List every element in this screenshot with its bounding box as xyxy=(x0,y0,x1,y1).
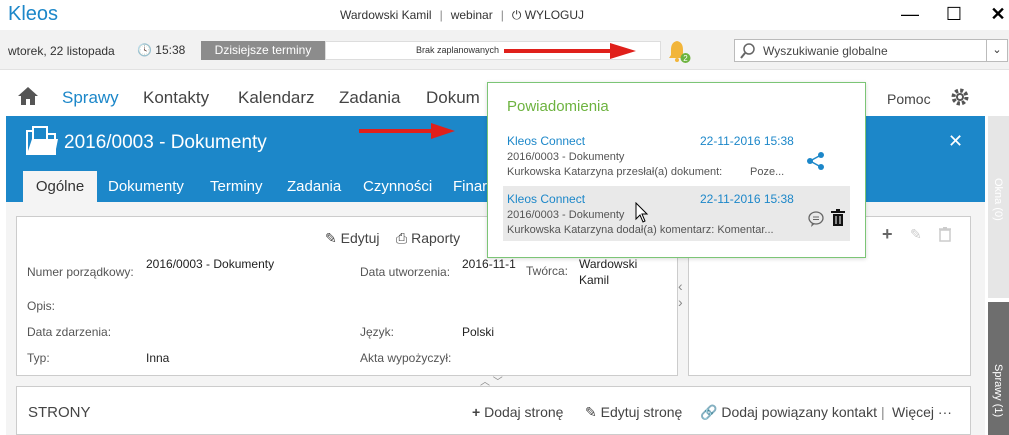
folder-documents-icon xyxy=(25,125,59,157)
nav-item-kalendarz[interactable]: Kalendarz xyxy=(238,88,315,108)
current-time: 🕓 15:38 xyxy=(137,43,185,57)
field-label: Data zdarzenia: xyxy=(27,325,112,339)
chevron-down-icon: ⌄ xyxy=(992,44,1002,56)
notification-text: Kurkowska Katarzyna dodał(a) komentarz: … xyxy=(507,224,774,236)
home-icon[interactable] xyxy=(17,86,39,106)
help-link[interactable]: Pomoc xyxy=(887,91,931,107)
tab-zadania[interactable]: Zadania xyxy=(287,178,341,195)
edit-button[interactable]: ✎ Edytuj xyxy=(325,230,380,247)
field-label: Opis: xyxy=(27,299,56,313)
field-label: Akta wypożyczył: xyxy=(360,351,452,365)
case-title: 2016/0003 - Dokumenty xyxy=(64,132,267,153)
notification-extra: Poze... xyxy=(750,166,785,178)
reports-button[interactable]: ⎙ Raporty xyxy=(396,230,460,247)
tab-ogolne[interactable]: Ogólne xyxy=(23,171,97,202)
field-label: Typ: xyxy=(27,351,50,365)
edit-icon: ✎ xyxy=(325,230,341,246)
notification-date: 22-11-2016 15:38 xyxy=(700,134,794,148)
search-placeholder: Wyszukiwanie globalne xyxy=(763,44,888,58)
red-arrow-annotation xyxy=(500,40,640,62)
trash-icon[interactable] xyxy=(938,226,952,242)
field-label: Język: xyxy=(360,325,395,339)
user-area: Wardowski Kamil | webinar | ⏻ WYLOGUJ xyxy=(340,8,584,23)
notification-source[interactable]: Kleos Connect xyxy=(507,192,585,206)
close-window-button[interactable]: ✕ xyxy=(984,2,1009,26)
notification-date: 22-11-2016 15:38 xyxy=(700,192,794,206)
search-icon xyxy=(739,42,757,60)
field-value: 2016-11-1 xyxy=(462,257,516,271)
logout-link[interactable]: ⏻ WYLOGUJ xyxy=(512,8,584,22)
chevron-right-icon[interactable]: › xyxy=(678,294,683,310)
maximize-button[interactable]: ☐ xyxy=(940,2,968,26)
link-icon: 🔗 xyxy=(700,404,722,420)
mouse-cursor-icon xyxy=(635,202,649,224)
app-logo: Kleos xyxy=(8,3,59,25)
tab-dokumenty[interactable]: Dokumenty xyxy=(108,178,184,195)
notification-count-badge: 2 xyxy=(683,54,688,63)
field-label: Numer porządkowy: xyxy=(27,265,134,279)
clock-icon: 🕓 xyxy=(137,43,156,57)
add-related-label: Dodaj powiązany kontakt xyxy=(721,404,877,420)
tab-finanse[interactable]: Finar xyxy=(453,178,487,195)
more-label: Więcej xyxy=(892,404,935,420)
add-party-button[interactable]: + Dodaj stronę xyxy=(472,404,563,420)
add-related-contact-button[interactable]: 🔗 Dodaj powiązany kontakt xyxy=(700,404,877,421)
nav-item-zadania[interactable]: Zadania xyxy=(339,88,400,108)
side-tab-sprawy[interactable]: Sprawy (1) xyxy=(988,302,1009,435)
edit-icon: ✎ xyxy=(585,404,601,420)
plus-icon: + xyxy=(472,404,485,420)
nav-item-kontakty[interactable]: Kontakty xyxy=(143,88,209,108)
environment-name: webinar xyxy=(450,8,493,22)
side-tab-sprawy-label: Sprawy (1) xyxy=(992,364,1004,418)
field-value: Inna xyxy=(146,351,170,365)
edit-party-button[interactable]: ✎ Edytuj stronę xyxy=(585,404,682,421)
minimize-button[interactable]: — xyxy=(896,2,924,26)
tab-terminy[interactable]: Terminy xyxy=(210,178,263,195)
power-icon: ⏻ xyxy=(511,8,525,22)
notification-case: 2016/0003 - Dokumenty xyxy=(507,151,625,163)
side-tab-okna[interactable]: Okna (0) xyxy=(988,116,1009,298)
gear-icon[interactable] xyxy=(950,87,970,107)
field-value: Polski xyxy=(462,325,495,339)
section-title: STRONY xyxy=(28,404,91,421)
delete-icon[interactable] xyxy=(830,209,846,227)
logout-label: WYLOGUJ xyxy=(524,8,585,22)
more-button[interactable]: Więcej ··· xyxy=(892,404,952,420)
ellipsis-icon: ··· xyxy=(934,404,952,420)
nav-item-dokumenty[interactable]: Dokum xyxy=(426,88,480,108)
current-date: wtorek, 22 listopada xyxy=(8,44,115,58)
field-value: Wardowski xyxy=(579,257,638,271)
field-value: Kamil xyxy=(579,273,610,287)
field-value: 2016/0003 - Dokumenty xyxy=(146,257,275,271)
field-label: Data utworzenia: xyxy=(360,265,451,279)
side-tab-okna-label: Okna (0) xyxy=(992,178,1004,221)
comment-icon[interactable] xyxy=(807,210,825,228)
edit-party-label: Edytuj stronę xyxy=(600,404,683,420)
notification-source[interactable]: Kleos Connect xyxy=(507,134,585,148)
tab-czynnosci[interactable]: Czynności xyxy=(363,178,432,195)
notifications-title: Powiadomienia xyxy=(507,98,609,115)
notifications-bell-icon[interactable]: 2 xyxy=(666,38,692,66)
edit-icon[interactable]: ✎ xyxy=(910,226,922,243)
printer-icon: ⎙ xyxy=(396,230,412,246)
chevron-left-icon[interactable]: ‹ xyxy=(678,278,683,294)
close-case-icon[interactable]: ✕ xyxy=(948,131,963,152)
reports-label: Raporty xyxy=(411,230,461,246)
add-party-label: Dodaj stronę xyxy=(484,404,564,420)
share-icon[interactable] xyxy=(806,152,826,170)
add-icon[interactable]: + xyxy=(882,224,893,245)
user-name[interactable]: Wardowski Kamil xyxy=(340,8,432,22)
separator: | xyxy=(439,8,443,22)
time-value: 15:38 xyxy=(155,43,186,57)
separator: | xyxy=(500,8,504,22)
red-arrow-annotation xyxy=(355,120,459,142)
notification-text: Kurkowska Katarzyna przesłał(a) dokument… xyxy=(507,166,723,178)
todays-events-label[interactable]: Dzisiejsze terminy xyxy=(201,41,325,60)
edit-label: Edytuj xyxy=(340,230,380,246)
notification-case: 2016/0003 - Dokumenty xyxy=(507,209,625,221)
field-label: Twórca: xyxy=(526,264,569,278)
nav-item-sprawy[interactable]: Sprawy xyxy=(62,88,119,108)
separator: | xyxy=(881,404,885,420)
search-dropdown-button[interactable]: ⌄ xyxy=(986,39,1008,62)
